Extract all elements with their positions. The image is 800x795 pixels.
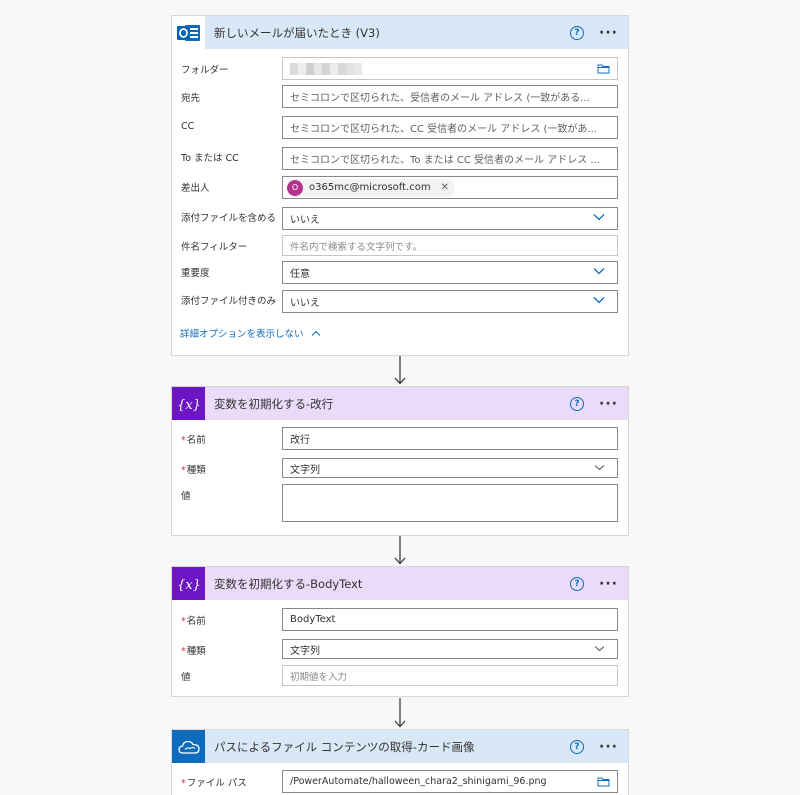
cc-input[interactable]: セミコロンで区切られた、CC 受信者のメール アドレス (一致があ... (282, 116, 618, 139)
file-path-label: *ファイル パス (181, 778, 247, 789)
onedrive-icon (172, 730, 205, 763)
importance-label: 重要度 (181, 268, 210, 279)
value-input[interactable]: 初期値を入力 (282, 665, 618, 686)
chevron-down-icon (594, 644, 605, 655)
remove-token-icon[interactable]: ✕ (441, 182, 449, 193)
value-label: 値 (181, 672, 191, 683)
to-placeholder: セミコロンで区切られた、受信者のメール アドレス (一致がある... (290, 93, 590, 104)
cc-label: CC (181, 121, 195, 132)
help-icon[interactable]: ? (570, 739, 585, 754)
file-path-value: /PowerAutomate/halloween_chara2_shinigam… (290, 776, 547, 787)
trigger-card-new-email: 新しいメールが届いたとき (V3) ? ··· フォルダー 宛先 セミコロンで区… (171, 15, 629, 356)
name-value: 改行 (290, 435, 310, 446)
only-with-attachments-dropdown[interactable]: いいえ (282, 290, 618, 313)
value-input[interactable] (282, 484, 618, 522)
name-label: *名前 (181, 435, 206, 446)
svg-text:{x}: {x} (177, 398, 201, 413)
name-input[interactable]: 改行 (282, 427, 618, 450)
value-placeholder: 初期値を入力 (290, 671, 348, 683)
folder-input[interactable] (282, 57, 618, 80)
importance-dropdown[interactable]: 任意 (282, 261, 618, 284)
from-input[interactable]: O o365mc@microsoft.com ✕ (282, 176, 618, 199)
flow-arrow-icon (394, 536, 406, 565)
more-options-icon[interactable]: ··· (599, 26, 618, 40)
only-with-attachments-value: いいえ (290, 298, 320, 309)
chevron-up-icon (311, 330, 320, 336)
init-variable-card-bodytext: {x} 変数を初期化する-BodyText ? ··· *名前 BodyText… (171, 566, 629, 697)
name-value: BodyText (290, 614, 336, 625)
only-with-attachments-label: 添付ファイル付きのみ (181, 296, 277, 307)
help-icon[interactable]: ? (570, 576, 585, 591)
type-value: 文字列 (290, 645, 320, 657)
to-or-cc-label: To または CC (181, 153, 239, 164)
include-attachments-dropdown[interactable]: いいえ (282, 207, 618, 230)
subject-filter-input[interactable]: 件名内で検索する文字列です。 (282, 235, 618, 256)
init-variable-title: 変数を初期化する-BodyText (214, 576, 363, 591)
svg-text:{x}: {x} (177, 578, 201, 593)
chevron-down-icon (594, 463, 605, 474)
init-variable-title: 変数を初期化する-改行 (214, 396, 334, 411)
from-token-label: o365mc@microsoft.com (309, 182, 431, 193)
more-options-icon[interactable]: ··· (599, 577, 618, 591)
type-label: *種類 (181, 646, 206, 657)
help-icon[interactable]: ? (570, 396, 585, 411)
from-label: 差出人 (181, 183, 210, 194)
variable-icon: {x} (172, 567, 205, 600)
folder-icon[interactable] (597, 63, 610, 77)
flow-arrow-icon (394, 356, 406, 385)
type-value: 文字列 (290, 464, 320, 476)
chevron-down-icon (593, 267, 605, 278)
type-label: *種類 (181, 465, 206, 476)
chevron-down-icon (593, 296, 605, 307)
to-or-cc-placeholder: セミコロンで区切られた、To または CC 受信者のメール アドレス ... (290, 155, 600, 166)
get-file-content-title: パスによるファイル コンテンツの取得-カード画像 (214, 739, 475, 754)
type-dropdown[interactable]: 文字列 (282, 639, 618, 659)
init-variable-card-newline: {x} 変数を初期化する-改行 ? ··· *名前 改行 *種類 文字列 値 (171, 386, 629, 536)
importance-value: 任意 (290, 269, 310, 280)
folder-label: フォルダー (181, 65, 229, 76)
init-variable-header[interactable]: {x} 変数を初期化する-BodyText ? ··· (172, 567, 628, 600)
include-attachments-label: 添付ファイルを含める (181, 213, 277, 224)
folder-icon[interactable] (597, 776, 610, 790)
trigger-card-title: 新しいメールが届いたとき (V3) (214, 25, 380, 40)
name-input[interactable]: BodyText (282, 608, 618, 631)
get-file-content-card: パスによるファイル コンテンツの取得-カード画像 ? ··· *ファイル パス … (171, 729, 629, 795)
variable-icon: {x} (172, 387, 205, 420)
init-variable-header[interactable]: {x} 変数を初期化する-改行 ? ··· (172, 387, 628, 420)
hide-advanced-options-label: 詳細オプションを表示しない (180, 329, 304, 340)
type-dropdown[interactable]: 文字列 (282, 458, 618, 478)
avatar: O (287, 179, 303, 196)
more-options-icon[interactable]: ··· (599, 740, 618, 754)
hide-advanced-options-link[interactable]: 詳細オプションを表示しない (180, 326, 321, 340)
to-or-cc-input[interactable]: セミコロンで区切られた、To または CC 受信者のメール アドレス ... (282, 147, 618, 170)
chevron-down-icon (593, 213, 605, 224)
subject-filter-label: 件名フィルター (181, 242, 248, 253)
name-label: *名前 (181, 616, 206, 627)
to-input[interactable]: セミコロンで区切られた、受信者のメール アドレス (一致がある... (282, 85, 618, 108)
get-file-content-header[interactable]: パスによるファイル コンテンツの取得-カード画像 ? ··· (172, 730, 628, 763)
value-label: 値 (181, 491, 191, 502)
to-label: 宛先 (181, 93, 201, 104)
outlook-icon (172, 16, 205, 49)
include-attachments-value: いいえ (290, 215, 320, 226)
help-icon[interactable]: ? (570, 25, 585, 40)
folder-value-redacted (290, 62, 362, 75)
flow-arrow-icon (394, 698, 406, 728)
subject-filter-placeholder: 件名内で検索する文字列です。 (290, 241, 423, 253)
cc-placeholder: セミコロンで区切られた、CC 受信者のメール アドレス (一致があ... (290, 124, 597, 135)
trigger-card-header[interactable]: 新しいメールが届いたとき (V3) ? ··· (172, 16, 628, 49)
more-options-icon[interactable]: ··· (599, 397, 618, 411)
from-token: O o365mc@microsoft.com ✕ (287, 178, 455, 197)
file-path-input[interactable]: /PowerAutomate/halloween_chara2_shinigam… (282, 770, 618, 793)
